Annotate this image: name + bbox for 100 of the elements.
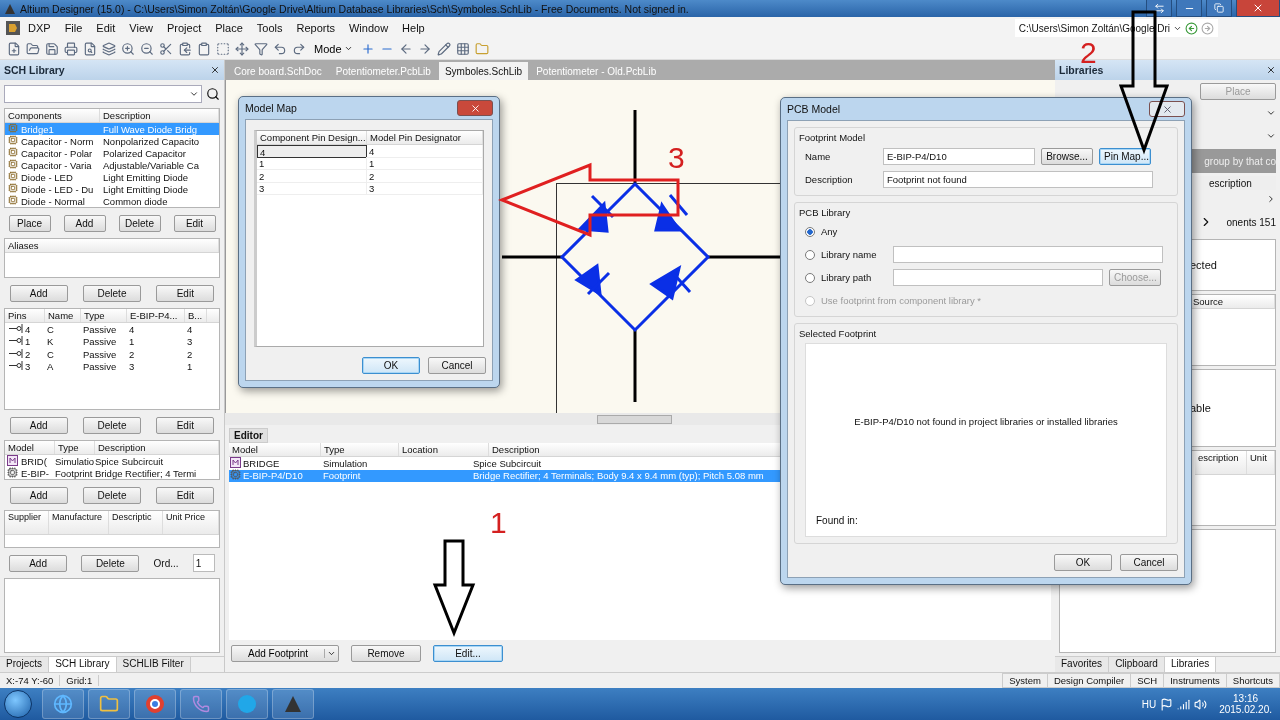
pin-row[interactable]: 3 A Passive 3 1 (5, 360, 219, 373)
column-header[interactable]: B... (185, 309, 207, 322)
resize-button[interactable] (1146, 0, 1172, 17)
menu-item[interactable]: Project (161, 21, 208, 34)
column-header[interactable]: Components (5, 109, 100, 122)
panel-button[interactable]: Add (9, 486, 68, 504)
zoom-in-icon[interactable] (121, 41, 135, 56)
name-field[interactable]: E-BIP-P4/D10 (883, 148, 1035, 165)
column-header[interactable]: Unit (1247, 451, 1275, 474)
column-header[interactable]: Pins (5, 309, 45, 322)
column-header[interactable]: Manufacture (49, 511, 109, 534)
select-icon[interactable] (216, 41, 230, 56)
panel-tab[interactable]: Libraries (1164, 657, 1217, 672)
grid-icon[interactable] (455, 41, 470, 56)
menu-item[interactable]: Edit (90, 21, 122, 34)
pin-row[interactable]: 4 C Passive 4 4 (5, 323, 219, 336)
taskbar-app[interactable] (272, 689, 314, 719)
search-icon[interactable] (206, 87, 220, 101)
column-header[interactable]: Unit Price (163, 511, 219, 534)
zoom-out-icon[interactable] (140, 41, 154, 56)
panel-tab[interactable]: Clipboard (1109, 657, 1165, 672)
panel-button[interactable]: Delete (83, 486, 141, 504)
new-file-icon[interactable] (7, 41, 21, 56)
column-header[interactable]: Model (229, 443, 321, 456)
action-button[interactable]: Edit... (433, 644, 503, 662)
column-header[interactable]: Name (45, 309, 81, 322)
paste-icon[interactable] (197, 41, 211, 56)
back-icon[interactable] (1185, 21, 1198, 35)
pin-row[interactable]: 2 C Passive 2 2 (5, 348, 219, 361)
arrow-right-icon[interactable] (417, 41, 432, 56)
status-button[interactable]: Shortcuts (1225, 673, 1280, 688)
component-row[interactable]: Capacitor - Polar Polarized Capacitor (5, 147, 219, 159)
column-header[interactable]: Component Pin Design... (257, 131, 367, 144)
flag-icon[interactable] (1160, 697, 1174, 711)
preview-icon[interactable] (83, 41, 97, 56)
language-indicator[interactable]: HU (1141, 698, 1157, 710)
dialog-button[interactable]: OK (1054, 554, 1112, 571)
model-row[interactable]: E-BIP- Footprint Bridge Rectifier; 4 Termi (5, 467, 219, 480)
signal-icon[interactable] (1177, 697, 1191, 711)
panel-button[interactable]: Edit (173, 214, 216, 232)
panel-button[interactable]: Edit (156, 486, 215, 504)
order-spinner[interactable]: 1 (192, 554, 215, 572)
panel-tab[interactable]: SCHLIB Filter (116, 657, 191, 672)
panel-button[interactable]: Add (63, 214, 106, 232)
scroll-right-icon[interactable] (1266, 194, 1276, 204)
column-header[interactable]: E-BIP-P4... (127, 309, 185, 322)
column-header[interactable]: Type (321, 443, 399, 456)
pin-map-row[interactable]: 3 3 (257, 182, 483, 195)
close-icon[interactable] (1266, 65, 1276, 75)
panel-button[interactable]: Add (9, 284, 68, 302)
pin-map-row[interactable]: 2 2 (257, 170, 483, 183)
column-header[interactable]: Model Pin Designator (367, 131, 483, 144)
panel-button[interactable]: Delete (118, 214, 161, 232)
clock[interactable]: 13:16 2015.02.20. (1211, 693, 1280, 715)
component-row[interactable]: Capacitor - Norm Nonpolarized Capacito (5, 135, 219, 147)
pin-map-button[interactable]: Pin Map... (1099, 148, 1151, 165)
menu-item[interactable]: DXP (22, 21, 57, 34)
panel-button[interactable]: Add (9, 554, 68, 572)
column-header[interactable]: Location (399, 443, 489, 456)
cut-icon[interactable] (159, 41, 173, 56)
copy-icon[interactable] (178, 41, 192, 56)
panel-tab[interactable]: SCH Library (49, 657, 117, 672)
volume-icon[interactable] (1194, 697, 1208, 711)
start-button[interactable] (4, 690, 32, 718)
status-button[interactable]: Design Compiler (1046, 673, 1132, 688)
component-row[interactable]: Diode - Normal Common diode (5, 195, 219, 207)
column-header[interactable]: Descriptic (109, 511, 163, 534)
panel-button[interactable]: Place (8, 214, 51, 232)
panel-tab[interactable]: Favorites (1055, 657, 1110, 672)
caret-icon[interactable] (1266, 108, 1276, 118)
move-icon[interactable] (235, 41, 249, 56)
taskbar-app[interactable] (42, 689, 84, 719)
column-header[interactable]: Type (81, 309, 127, 322)
printer-icon[interactable] (64, 41, 78, 56)
save-icon[interactable] (45, 41, 59, 56)
library-path-field[interactable] (893, 269, 1103, 286)
document-tab[interactable]: Symboles.SchLib (438, 62, 529, 80)
undo-icon[interactable] (273, 41, 287, 56)
taskbar-app[interactable] (88, 689, 130, 719)
component-row[interactable]: Diode - LED - Du Light Emitting Diode (5, 183, 219, 195)
panel-button[interactable]: Delete (81, 554, 140, 572)
menu-item[interactable]: Tools (250, 21, 289, 34)
mode-dropdown[interactable]: Mode (310, 39, 357, 58)
dialog-button[interactable]: Cancel (1120, 554, 1178, 571)
column-header[interactable]: Description (95, 441, 219, 454)
close-icon[interactable] (210, 65, 220, 75)
caret-icon[interactable] (1266, 131, 1276, 141)
dialog-button[interactable]: OK (362, 357, 420, 374)
redo-icon[interactable] (292, 41, 306, 56)
column-header[interactable]: Supplier (5, 511, 49, 534)
radio-button[interactable] (805, 226, 815, 237)
pin-map-row[interactable]: 1 1 (257, 157, 483, 170)
column-header[interactable]: Description (100, 109, 219, 122)
pin-row[interactable]: 1 K Passive 1 3 (5, 335, 219, 348)
menu-item[interactable]: View (123, 21, 159, 34)
action-button[interactable]: Remove (351, 644, 421, 662)
library-name-field[interactable] (893, 246, 1163, 263)
close-button[interactable] (1149, 101, 1185, 117)
editor-tab[interactable]: Editor (229, 428, 268, 443)
menu-item[interactable]: File (58, 21, 89, 34)
